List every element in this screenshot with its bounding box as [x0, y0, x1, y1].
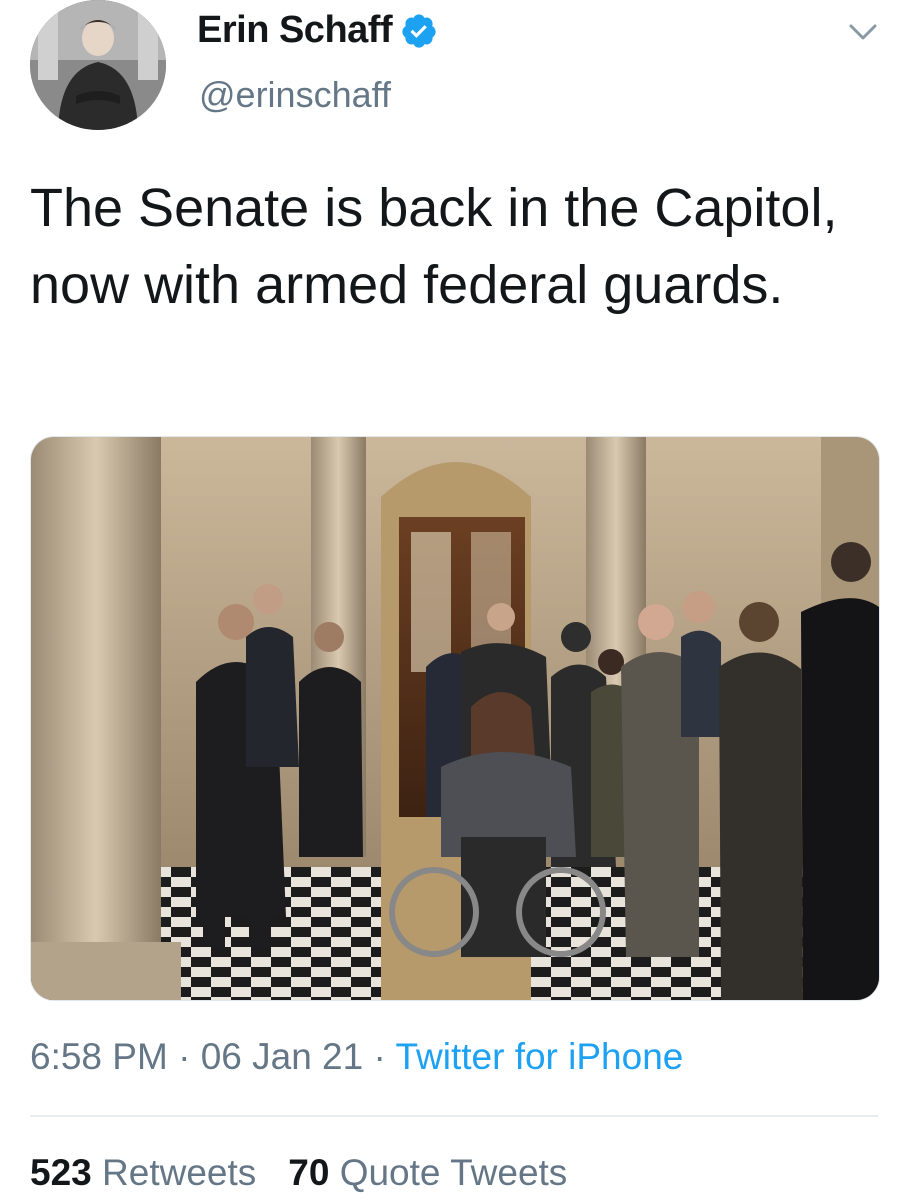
author-name-row[interactable]: Erin Schaff — [197, 9, 438, 52]
quote-tweets-count: 70 — [288, 1152, 330, 1193]
user-handle[interactable]: @erinschaff — [199, 74, 391, 116]
quote-tweets-stat[interactable]: 70 Quote Tweets — [288, 1152, 567, 1193]
photo-image — [31, 437, 879, 1000]
meta-separator: · — [178, 1036, 191, 1077]
retweets-stat[interactable]: 523 Retweets — [30, 1152, 256, 1193]
chevron-down-icon[interactable] — [846, 17, 880, 47]
avatar-image — [30, 0, 166, 130]
tweet-date[interactable]: 06 Jan 21 — [201, 1036, 364, 1077]
tweet-photo[interactable] — [30, 436, 880, 1001]
display-name[interactable]: Erin Schaff — [197, 9, 393, 52]
divider — [30, 1115, 878, 1117]
retweets-label: Retweets — [102, 1152, 257, 1193]
tweet-time[interactable]: 6:58 PM — [30, 1036, 168, 1077]
retweets-count: 523 — [30, 1152, 92, 1193]
avatar[interactable] — [30, 0, 166, 130]
verified-badge-icon — [402, 13, 436, 48]
tweet-meta: 6:58 PM · 06 Jan 21 · Twitter for iPhone — [30, 1036, 683, 1078]
meta-separator: · — [373, 1036, 386, 1077]
tweet-source-link[interactable]: Twitter for iPhone — [395, 1036, 683, 1077]
quote-tweets-label: Quote Tweets — [339, 1152, 568, 1193]
tweet-stats: 523 Retweets 70 Quote Tweets — [30, 1152, 567, 1194]
tweet-text: The Senate is back in the Capitol, now w… — [30, 178, 838, 315]
